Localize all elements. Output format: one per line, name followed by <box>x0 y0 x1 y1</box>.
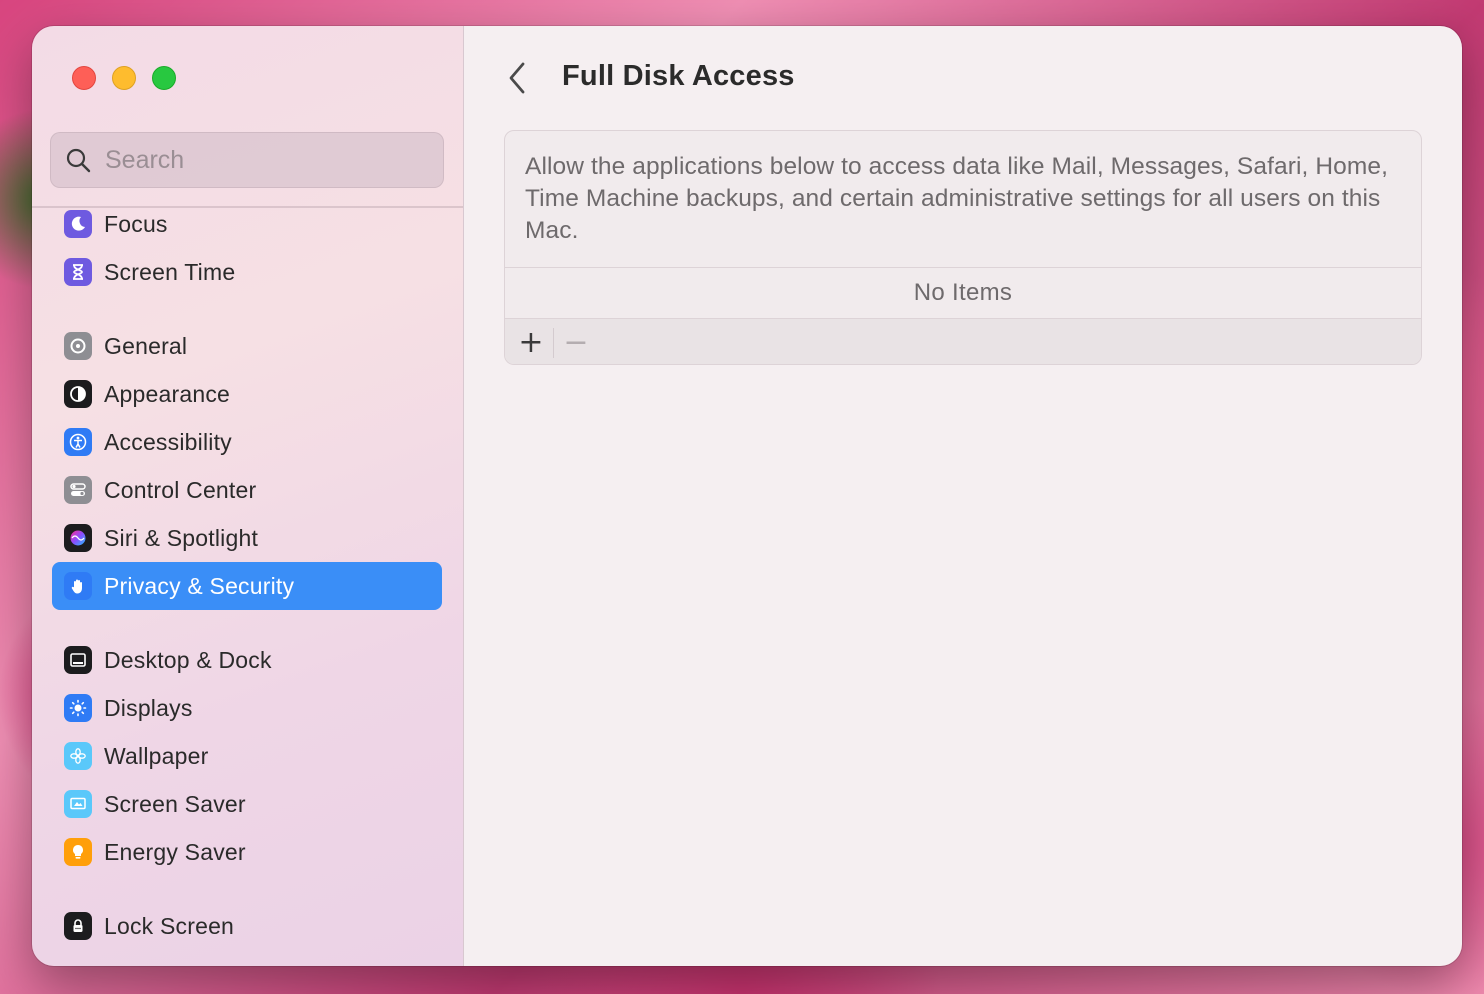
sidebar-item-label: Wallpaper <box>104 742 209 769</box>
sidebar-item-general[interactable]: General <box>52 322 442 370</box>
toggles-icon <box>64 476 92 504</box>
sidebar-item-label: Screen Saver <box>104 790 246 817</box>
sidebar-item-accessibility[interactable]: Accessibility <box>52 418 442 466</box>
hourglass-icon <box>64 258 92 286</box>
sidebar-item-label: Desktop & Dock <box>104 646 272 673</box>
sidebar: Focus Screen Time General Appearance <box>32 26 464 966</box>
back-button[interactable] <box>504 60 532 96</box>
description-text: Allow the applications below to access d… <box>525 153 1388 244</box>
sidebar-item-label: Accessibility <box>104 428 232 455</box>
sidebar-item-siri-spotlight[interactable]: Siri & Spotlight <box>52 514 442 562</box>
sidebar-item-label: General <box>104 332 188 359</box>
sidebar-item-wallpaper[interactable]: Wallpaper <box>52 732 442 780</box>
sidebar-item-label: Privacy & Security <box>104 572 295 599</box>
hand-icon <box>64 572 92 600</box>
bulb-icon <box>64 838 92 866</box>
search-icon <box>66 148 91 173</box>
screensaver-icon <box>64 790 92 818</box>
dock-icon <box>64 646 92 674</box>
sidebar-item-focus[interactable]: Focus <box>52 200 442 248</box>
sidebar-item-screen-saver[interactable]: Screen Saver <box>52 780 442 828</box>
minimize-window-button[interactable] <box>112 66 136 90</box>
gear-icon <box>64 332 92 360</box>
full-disk-access-panel: Allow the applications below to access d… <box>504 130 1422 365</box>
sidebar-item-control-center[interactable]: Control Center <box>52 466 442 514</box>
remove-button[interactable]: − <box>554 323 598 363</box>
main-content: Full Disk Access Allow the applications … <box>464 26 1462 966</box>
sidebar-item-desktop-dock[interactable]: Desktop & Dock <box>52 636 442 684</box>
siri-icon <box>64 524 92 552</box>
page-title: Full Disk Access <box>562 60 795 92</box>
sidebar-item-label: Energy Saver <box>104 838 246 865</box>
sidebar-item-screen-time[interactable]: Screen Time <box>52 248 442 296</box>
add-button[interactable]: + <box>509 323 553 363</box>
sidebar-item-label: Focus <box>104 210 168 237</box>
appearance-icon <box>64 380 92 408</box>
window-controls <box>72 66 176 90</box>
list-toolbar: + − <box>505 318 1421 364</box>
close-window-button[interactable] <box>72 66 96 90</box>
sidebar-item-appearance[interactable]: Appearance <box>52 370 442 418</box>
zoom-window-button[interactable] <box>152 66 176 90</box>
flower-icon <box>64 742 92 770</box>
settings-window: Focus Screen Time General Appearance <box>32 26 1462 966</box>
sidebar-item-privacy-security[interactable]: Privacy & Security <box>52 562 442 610</box>
sidebar-item-label: Appearance <box>104 380 231 407</box>
search-field[interactable] <box>50 132 444 188</box>
sun-icon <box>64 694 92 722</box>
sidebar-item-label: Screen Time <box>104 258 236 285</box>
sidebar-item-label: Siri & Spotlight <box>104 524 259 551</box>
sidebar-item-displays[interactable]: Displays <box>52 684 442 732</box>
chevron-left-icon <box>509 62 525 94</box>
lock-icon <box>64 912 92 940</box>
search-input[interactable] <box>105 145 405 175</box>
sidebar-item-energy-saver[interactable]: Energy Saver <box>52 828 442 876</box>
accessibility-icon <box>64 428 92 456</box>
sidebar-item-lock-screen[interactable]: Lock Screen <box>52 902 442 950</box>
sidebar-item-label: Lock Screen <box>104 912 235 939</box>
moon-icon <box>64 210 92 238</box>
sidebar-item-label: Displays <box>104 694 193 721</box>
sidebar-item-label: Control Center <box>104 476 257 503</box>
empty-list-placeholder: No Items <box>505 267 1421 318</box>
